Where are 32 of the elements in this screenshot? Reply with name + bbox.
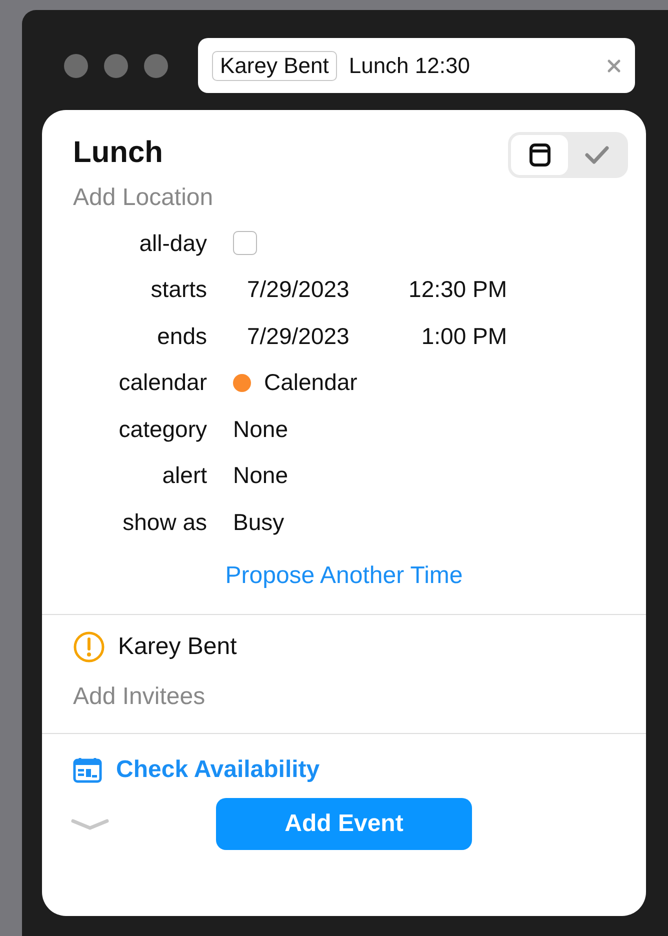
toggle-segment[interactable] xyxy=(511,135,568,175)
time-value[interactable]: 12:30 PM xyxy=(377,276,507,304)
location-field[interactable]: Add Location xyxy=(42,184,646,212)
time-value[interactable]: 1:00 PM xyxy=(377,322,507,350)
field-label: alert xyxy=(161,462,207,490)
field-label: category xyxy=(118,416,207,443)
window-icon xyxy=(528,143,550,167)
invitee-token: Karey Bent xyxy=(212,50,337,80)
calendar-icon xyxy=(73,756,102,782)
all-day-checkbox[interactable] xyxy=(233,231,257,256)
date-value[interactable]: 7/29/2023 xyxy=(247,322,377,350)
invitee-name: Karey Bent xyxy=(118,632,237,660)
date-value[interactable]: 7/29/2023 xyxy=(247,276,377,304)
field-label: ends xyxy=(156,322,207,350)
field-label: starts xyxy=(150,276,207,304)
field-value[interactable]: Busy xyxy=(233,508,284,536)
window-control[interactable] xyxy=(144,54,168,78)
warning-icon xyxy=(73,630,105,662)
window-control[interactable] xyxy=(104,54,128,78)
field-label: calendar xyxy=(118,369,207,396)
checkmark-icon xyxy=(584,146,608,164)
search-text: Lunch 12:30 xyxy=(348,52,471,78)
field-value[interactable]: None xyxy=(233,462,288,490)
field-label: show as xyxy=(122,508,207,536)
event-title[interactable]: Lunch xyxy=(73,136,163,178)
calendar-value[interactable]: Calendar xyxy=(264,369,358,396)
window-control[interactable] xyxy=(64,54,88,78)
add-invitees-field[interactable]: Add Invitees xyxy=(42,662,646,732)
search-field[interactable]: Karey Bent Lunch 12:30 xyxy=(198,38,635,93)
close-icon[interactable] xyxy=(607,58,621,72)
field-value[interactable]: None xyxy=(233,416,288,443)
field-label: all-day xyxy=(138,230,207,257)
